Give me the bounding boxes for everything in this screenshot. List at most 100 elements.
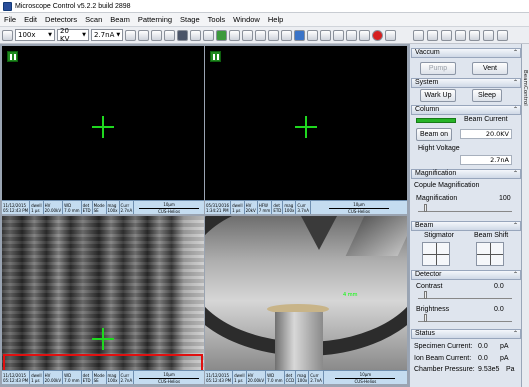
menu-scan[interactable]: Scan [85, 15, 102, 24]
slider-handle[interactable] [424, 291, 427, 299]
image-view-1[interactable]: 11/12/2015 05:12:43 PM dwell 1 µs HV 20.00k… [2, 46, 204, 214]
info-mode: Mode SE [93, 201, 107, 214]
layout-single-icon[interactable] [413, 29, 424, 41]
list-icon[interactable] [441, 29, 452, 41]
vent-button[interactable]: Vent [472, 62, 508, 75]
stigmator-pad[interactable] [422, 242, 450, 266]
info-dwell: dwell 1 µs [232, 201, 245, 214]
stage-icon[interactable] [333, 29, 344, 41]
collapse-icon: ⌃ [512, 50, 518, 56]
image-view-3[interactable]: 11/12/2015 05:12:43 PM dwell 1 µs HV 20.00k… [2, 216, 204, 384]
video-icon[interactable] [320, 29, 331, 41]
pause-icon[interactable] [281, 29, 292, 41]
pause-button[interactable] [210, 51, 221, 62]
rotate-icon[interactable] [359, 29, 370, 41]
menu-file[interactable]: File [4, 15, 16, 24]
eye-icon[interactable] [455, 29, 466, 41]
slider-handle[interactable] [424, 204, 427, 212]
photo-icon[interactable] [307, 29, 318, 41]
magnification-header[interactable]: Magnification ⌃ [411, 169, 521, 179]
scan-icon[interactable] [216, 29, 227, 41]
magnification-value: 100 [499, 195, 511, 202]
menu-help[interactable]: Help [268, 15, 283, 24]
layout-quad-icon[interactable] [427, 29, 438, 41]
menu-stage[interactable]: Stage [180, 15, 200, 24]
slider-handle[interactable] [424, 314, 427, 322]
pump-button[interactable]: Pump [420, 62, 456, 75]
beam-current-indicator [416, 118, 456, 123]
vaccum-header[interactable]: Vaccum ⌃ [411, 48, 521, 58]
beam-header[interactable]: Beam ⌃ [411, 221, 521, 231]
voltage-select[interactable]: 20 KV ▼ [57, 27, 89, 43]
crosshair-icon [92, 116, 114, 138]
laser-icon[interactable] [497, 29, 508, 41]
frame-icon[interactable] [229, 29, 240, 41]
magnification-value: 100x [18, 31, 36, 39]
contrast-slider[interactable] [418, 291, 512, 299]
current-select[interactable]: 2.7nA ▼ [91, 29, 123, 41]
focus-icon[interactable] [164, 29, 175, 41]
column-header[interactable]: Column ⌃ [411, 105, 521, 115]
chamber-pressure-unit: Pa [506, 366, 515, 373]
current-value: 2.7nA [94, 31, 115, 39]
sleep-button[interactable]: Sleep [472, 89, 502, 102]
display-icon[interactable] [483, 29, 494, 41]
info-date: 05/31/2016 1:34:21 PM [206, 201, 232, 214]
align-icon[interactable] [469, 29, 480, 41]
voltage-value: 20 KV [60, 27, 70, 43]
menu-patterning[interactable]: Patterning [138, 15, 172, 24]
info-mag: mag 100x [284, 201, 297, 214]
specimen-current-unit: pA [500, 343, 509, 350]
beam-control-tab[interactable]: BeamControl [521, 44, 529, 387]
contrast-icon[interactable] [177, 29, 188, 41]
filter-icon[interactable] [268, 29, 279, 41]
chevron-down-icon: ▼ [116, 32, 121, 38]
grid-icon[interactable] [125, 29, 136, 41]
menu-edit[interactable]: Edit [24, 15, 37, 24]
beam-control-tab-label: BeamControl [522, 70, 528, 106]
beam-on-button[interactable]: Beam on [416, 128, 452, 141]
stop-icon[interactable] [385, 29, 396, 41]
na-field[interactable]: 2.7nA [460, 155, 512, 165]
detector-header[interactable]: Detector ⌃ [411, 270, 521, 280]
kv-field[interactable]: 20.0KV [460, 129, 512, 139]
menu-detectors[interactable]: Detectors [45, 15, 77, 24]
snapshot-icon[interactable] [294, 29, 305, 41]
panel-toolbar [409, 27, 529, 44]
brightness-slider[interactable] [418, 314, 512, 322]
brightness-icon[interactable] [190, 29, 201, 41]
magnification-select[interactable]: 100x ▼ [15, 29, 55, 41]
scale-bar: 10µm CUS-Helios [134, 201, 204, 214]
stigmator-label: Stigmator [424, 232, 454, 239]
average-icon[interactable] [242, 29, 253, 41]
integrate-icon[interactable] [255, 29, 266, 41]
zoom-icon[interactable] [151, 29, 162, 41]
collapse-icon: ⌃ [512, 80, 518, 86]
app-window: Microscope Control v5.2.2 build 2898 Fil… [0, 0, 529, 387]
info-dwell: dwell 1 µs [31, 371, 44, 384]
info-det: det CCD [285, 371, 297, 384]
beam-shift-pad[interactable] [476, 242, 504, 266]
chevron-down-icon: ▼ [48, 32, 52, 38]
scale-bar: 10µm CUS-Helios [311, 201, 407, 214]
stigmator-icon[interactable] [203, 29, 214, 41]
status-header[interactable]: Status ⌃ [411, 329, 521, 339]
target-icon[interactable] [138, 29, 149, 41]
menu-window[interactable]: Window [233, 15, 260, 24]
record-icon[interactable] [372, 29, 383, 41]
warkup-button[interactable]: Wark Up [420, 89, 456, 102]
info-bar: 11/12/2015 05:12:43 PM dwell 1 µs HV 20.00k… [205, 370, 407, 384]
menu-beam[interactable]: Beam [110, 15, 130, 24]
tilt-icon[interactable] [346, 29, 357, 41]
magnification-label: Magnification [416, 195, 458, 202]
menu-tools[interactable]: Tools [208, 15, 226, 24]
image-view-2[interactable]: 05/31/2016 1:34:21 PM dwell 1 µs HV 20kV HF… [205, 46, 407, 214]
image-view-4[interactable]: 4 mm 11/12/2015 05:12:43 PM dwell 1 µs HV 2… [205, 216, 407, 384]
settings-icon[interactable] [2, 29, 13, 41]
contrast-value: 0.0 [494, 283, 504, 290]
info-date: 11/12/2015 05:12:43 PM [206, 371, 234, 384]
pause-button[interactable] [7, 51, 18, 62]
magnification-slider[interactable] [418, 204, 512, 212]
system-header[interactable]: System ⌃ [411, 78, 521, 88]
collapse-icon: ⌃ [512, 223, 518, 229]
